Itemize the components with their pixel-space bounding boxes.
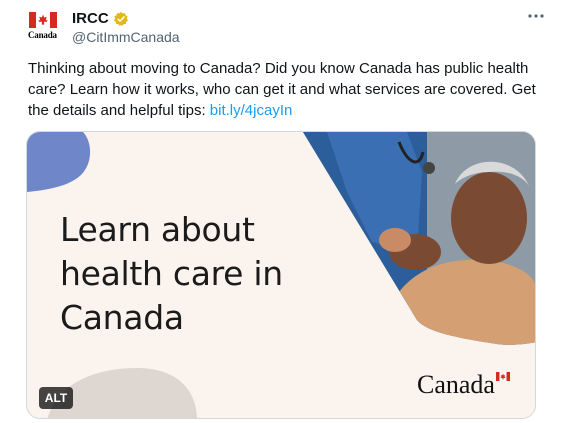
canada-flag-icon xyxy=(29,12,57,28)
tweet-header: Canada IRCC @CitImmCanada xyxy=(28,8,548,48)
canada-wordmark-flag-icon xyxy=(496,372,510,381)
author-handle[interactable]: @CitImmCanada xyxy=(72,29,180,45)
avatar-wordmark: Canada xyxy=(28,30,57,40)
alt-text-badge[interactable]: ALT xyxy=(39,387,73,409)
more-horizontal-icon[interactable] xyxy=(524,6,548,26)
author-display-name[interactable]: IRCC xyxy=(72,10,109,27)
more-dots-glyph xyxy=(528,14,544,18)
tweet-body: Thinking about moving to Canada? Did you… xyxy=(28,58,538,121)
media-card[interactable]: Learn about health care in Canada Canada… xyxy=(26,131,536,419)
author-name-row: IRCC xyxy=(72,10,129,27)
tweet-link[interactable]: bit.ly/4jcayIn xyxy=(210,102,293,119)
canada-wordmark: Canada xyxy=(417,370,495,399)
media-headline: Learn about health care in Canada xyxy=(60,210,283,337)
verified-badge-icon[interactable] xyxy=(113,11,129,27)
avatar[interactable]: Canada xyxy=(28,12,62,44)
